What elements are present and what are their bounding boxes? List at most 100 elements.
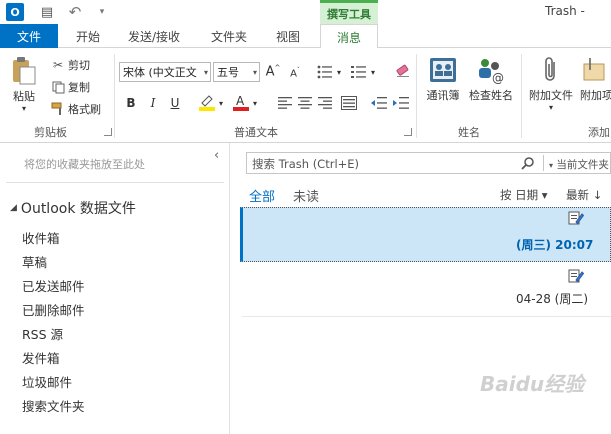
folder-junk[interactable]: 垃圾邮件 — [22, 372, 72, 391]
align-right-icon — [318, 97, 332, 109]
font-size-dropdown[interactable]: 五号 ▾ — [213, 62, 260, 82]
font-dialog-launcher-icon[interactable] — [404, 128, 412, 136]
message-item[interactable] — [240, 207, 611, 262]
folder-rss[interactable]: RSS 源 — [22, 324, 63, 343]
send-receive-icon[interactable]: ▤ — [38, 3, 56, 21]
data-file-header[interactable]: ◢ Outlook 数据文件 — [10, 198, 136, 218]
baidu-watermark: Baidu经验 — [480, 372, 585, 396]
cut-button[interactable]: ✂ 剪切 — [50, 56, 90, 74]
bold-button[interactable]: B — [122, 94, 140, 112]
folder-deleted[interactable]: 已删除邮件 — [22, 300, 85, 319]
folder-sent[interactable]: 已发送邮件 — [22, 276, 85, 295]
numbering-dropdown[interactable]: ▾ — [368, 63, 378, 81]
include-group-label: 添加 — [588, 126, 610, 139]
tab-home[interactable]: 开始 — [64, 24, 112, 48]
folder-drafts[interactable]: 草稿 — [22, 252, 47, 271]
message-divider — [242, 316, 611, 317]
data-file-label: Outlook 数据文件 — [20, 201, 136, 217]
format-painter-button[interactable]: 格式刷 — [50, 100, 101, 118]
quick-access-menu-icon[interactable]: ▾ — [96, 3, 108, 21]
underline-button[interactable]: U — [166, 94, 184, 112]
chevron-down-icon: ▾ — [370, 67, 375, 77]
check-names-icon: @ — [475, 56, 507, 84]
bullets-button[interactable] — [316, 63, 334, 81]
paste-icon — [11, 56, 37, 86]
search-divider — [543, 155, 544, 171]
chevron-down-icon: ▾ — [21, 104, 26, 113]
search-placeholder: 搜索 Trash (Ctrl+E) — [252, 157, 360, 171]
highlight-dropdown[interactable]: ▾ — [216, 94, 226, 112]
chevron-down-icon: ▾ — [203, 68, 208, 77]
address-book-icon — [428, 56, 458, 84]
paste-label: 粘贴 — [13, 90, 35, 103]
paperclip-icon — [541, 56, 561, 84]
cut-label: 剪切 — [68, 59, 90, 72]
align-left-icon — [278, 97, 292, 109]
clear-formatting-button[interactable] — [394, 62, 412, 80]
attach-file-button[interactable]: 附加文件 ▾ — [525, 56, 577, 112]
search-scope-label: 当前文件夹 — [556, 159, 609, 171]
chevron-down-icon: ▾ — [218, 98, 223, 108]
italic-icon: I — [150, 96, 156, 110]
group-divider — [114, 54, 115, 138]
chevron-down-icon: ▾ — [252, 68, 257, 77]
font-size-value: 五号 — [217, 66, 239, 79]
align-right-button[interactable] — [316, 94, 334, 112]
address-book-label: 通讯簿 — [426, 89, 460, 102]
check-names-label: 检查姓名 — [469, 89, 513, 102]
increase-indent-button[interactable] — [392, 94, 410, 112]
folder-outbox[interactable]: 发件箱 — [22, 348, 60, 367]
clipboard-group-label: 剪贴板 — [34, 126, 67, 139]
chevron-down-icon: ▾ — [549, 161, 554, 170]
svg-text:A: A — [236, 94, 245, 108]
grow-font-button[interactable]: A^ — [264, 63, 282, 81]
numbered-list-icon — [351, 66, 366, 78]
decrease-indent-button[interactable] — [370, 94, 388, 112]
attach-item-button[interactable]: 附加项 — [580, 56, 611, 103]
filter-unread[interactable]: 未读 — [293, 186, 319, 205]
copy-button[interactable]: 复制 — [50, 78, 90, 96]
message-time[interactable]: 04-28 (周二) — [516, 290, 588, 307]
attach-item-label: 附加项 — [580, 89, 611, 102]
font-color-dropdown[interactable]: ▾ — [250, 94, 260, 112]
tab-send-receive[interactable]: 发送/接收 — [118, 24, 190, 48]
clipboard-dialog-launcher-icon[interactable] — [104, 128, 112, 136]
filter-all[interactable]: 全部 — [249, 186, 275, 205]
collapse-pane-icon[interactable]: ‹ — [214, 148, 219, 163]
justify-button[interactable] — [340, 94, 358, 112]
justify-icon — [341, 96, 357, 110]
undo-icon[interactable]: ↶ — [66, 3, 84, 21]
sort-by-dropdown[interactable]: 按 日期 ▾ — [500, 187, 548, 203]
folder-inbox[interactable]: 收件箱 — [22, 228, 60, 247]
italic-button[interactable]: I — [144, 94, 162, 112]
font-color-button[interactable]: A — [232, 93, 250, 111]
align-center-button[interactable] — [296, 94, 314, 112]
folder-search[interactable]: 搜索文件夹 — [22, 396, 85, 415]
tab-folder[interactable]: 文件夹 — [200, 24, 258, 48]
sort-order-toggle[interactable]: 最新 ↓ — [566, 187, 602, 203]
group-divider — [416, 54, 417, 138]
search-icon[interactable] — [520, 155, 536, 171]
shrink-font-button[interactable]: Aˇ — [286, 64, 304, 82]
align-left-button[interactable] — [276, 94, 294, 112]
paste-button[interactable]: 粘贴 ▾ — [6, 56, 42, 113]
underline-icon: U — [170, 96, 180, 110]
tab-file[interactable]: 文件 — [0, 24, 58, 48]
copy-label: 复制 — [68, 81, 90, 94]
numbering-button[interactable] — [350, 63, 368, 81]
tab-view[interactable]: 视图 — [264, 24, 312, 48]
scissors-icon: ✂ — [52, 58, 64, 72]
tab-message[interactable]: 消息 — [320, 24, 378, 49]
chevron-down-icon: ▾ — [548, 103, 553, 112]
bullets-dropdown[interactable]: ▾ — [334, 63, 344, 81]
highlight-button[interactable] — [198, 93, 216, 111]
window-title: Trash - — [545, 4, 585, 18]
message-time: (周三) 20:07 — [516, 238, 594, 252]
chevron-down-icon: ▾ — [336, 67, 341, 77]
paintbrush-icon — [50, 102, 66, 116]
address-book-button[interactable]: 通讯簿 — [422, 56, 464, 103]
search-scope-dropdown[interactable]: ▾ 当前文件夹 — [549, 157, 609, 172]
font-name-dropdown[interactable]: 宋体 (中文正文 ▾ — [119, 62, 211, 82]
check-names-button[interactable]: @ 检查姓名 — [466, 56, 516, 103]
font-name-value: 宋体 (中文正文 — [123, 66, 197, 79]
